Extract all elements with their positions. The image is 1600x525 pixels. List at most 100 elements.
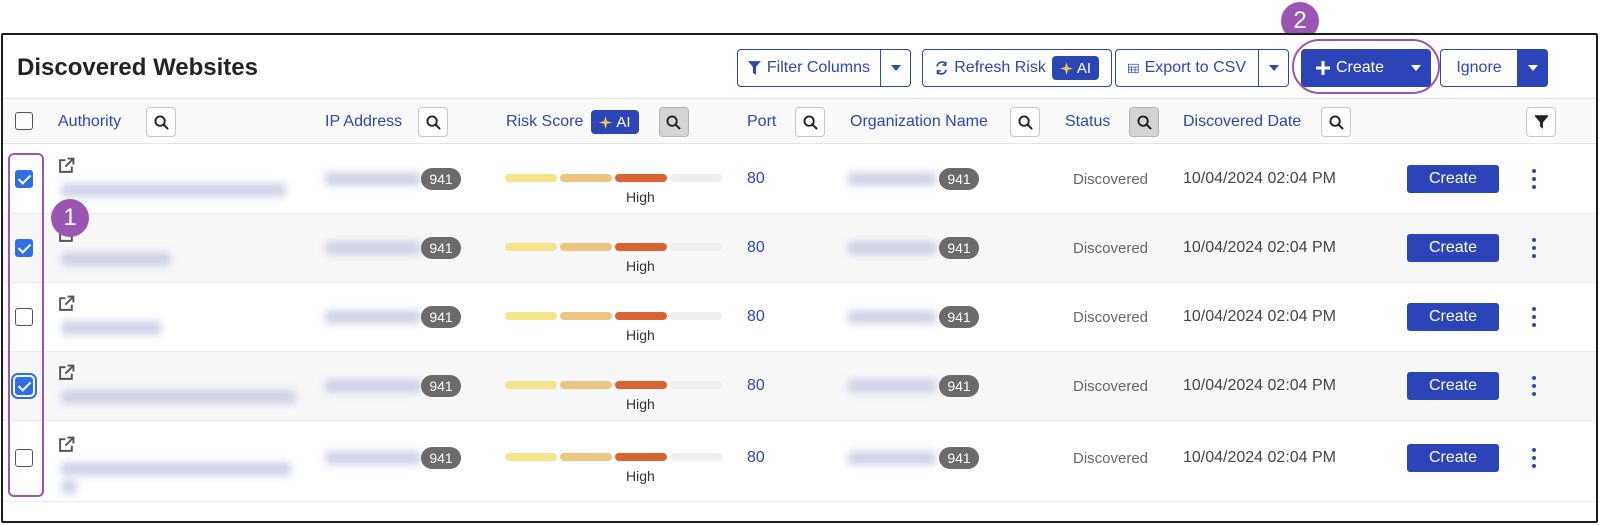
ai-badge: AI bbox=[1051, 56, 1099, 80]
organization-count-badge[interactable]: 941 bbox=[939, 168, 979, 190]
status-value: Discovered bbox=[1073, 240, 1149, 257]
risk-segment-critical bbox=[670, 243, 722, 251]
port-search-button[interactable] bbox=[795, 107, 825, 137]
table-row: 941 High 80 941 Discovered 10/04/2024 02… bbox=[3, 145, 1596, 214]
row-create-button[interactable]: Create bbox=[1407, 234, 1499, 262]
refresh-risk-label: Refresh Risk bbox=[954, 59, 1046, 76]
external-link-icon[interactable] bbox=[58, 157, 75, 174]
row-more-icon[interactable] bbox=[1529, 376, 1539, 396]
column-organization-name: Organization Name bbox=[850, 99, 1040, 145]
sparkle-icon bbox=[599, 115, 613, 129]
status-search-button[interactable] bbox=[1129, 107, 1159, 137]
discovered-date-search-button[interactable] bbox=[1321, 107, 1351, 137]
status-value: Discovered bbox=[1073, 309, 1149, 326]
row-create-button[interactable]: Create bbox=[1407, 444, 1499, 472]
authority-redacted bbox=[61, 183, 286, 197]
authority-redacted bbox=[61, 390, 296, 404]
ip-count-badge[interactable]: 941 bbox=[421, 306, 461, 328]
column-filter-button[interactable] bbox=[1526, 107, 1556, 137]
organization-count-badge[interactable]: 941 bbox=[939, 447, 979, 469]
risk-segment-high bbox=[615, 312, 667, 320]
select-all-checkbox[interactable] bbox=[15, 112, 33, 130]
chevron-down-icon bbox=[1527, 65, 1538, 71]
column-authority-label: Authority bbox=[58, 113, 122, 130]
search-icon bbox=[666, 114, 681, 130]
authority-redacted bbox=[61, 321, 161, 335]
column-status: Status bbox=[1065, 99, 1159, 145]
risk-segment-critical bbox=[670, 174, 722, 182]
row-more-icon[interactable] bbox=[1529, 307, 1539, 327]
column-authority: Authority bbox=[58, 99, 176, 145]
column-discovered-date: Discovered Date bbox=[1183, 99, 1351, 145]
port-value[interactable]: 80 bbox=[747, 449, 765, 467]
port-value[interactable]: 80 bbox=[747, 377, 765, 395]
row-more-icon[interactable] bbox=[1529, 238, 1539, 258]
risk-segment-high bbox=[615, 243, 667, 251]
status-value: Discovered bbox=[1073, 171, 1149, 188]
ignore-dropdown[interactable] bbox=[1518, 49, 1548, 87]
export-csv-dropdown[interactable] bbox=[1259, 49, 1289, 87]
discovered-date-value: 10/04/2024 02:04 PM bbox=[1183, 449, 1337, 466]
organization-count-badge[interactable]: 941 bbox=[939, 375, 979, 397]
discovered-date-value: 10/04/2024 02:04 PM bbox=[1183, 308, 1337, 325]
risk-segment-medium bbox=[560, 243, 612, 251]
discovered-date-value: 10/04/2024 02:04 PM bbox=[1183, 170, 1337, 187]
port-value[interactable]: 80 bbox=[747, 170, 765, 188]
filter-columns-button[interactable]: Filter Columns bbox=[737, 49, 881, 87]
external-link-icon[interactable] bbox=[58, 436, 75, 453]
risk-score-label: High bbox=[626, 258, 655, 274]
organization-count-badge[interactable]: 941 bbox=[939, 237, 979, 259]
annotation-checkbox-highlight bbox=[8, 153, 44, 497]
risk-score-label: High bbox=[626, 396, 655, 412]
search-icon bbox=[153, 114, 169, 130]
risk-segment-high bbox=[615, 453, 667, 461]
column-ip-address: IP Address bbox=[325, 99, 448, 145]
external-link-icon[interactable] bbox=[58, 364, 75, 381]
row-create-button[interactable]: Create bbox=[1407, 165, 1499, 193]
filter-columns-dropdown[interactable] bbox=[881, 49, 911, 87]
port-value[interactable]: 80 bbox=[747, 308, 765, 326]
organization-count-badge[interactable]: 941 bbox=[939, 306, 979, 328]
column-discovered-date-label: Discovered Date bbox=[1183, 113, 1302, 130]
ip-count-badge[interactable]: 941 bbox=[421, 237, 461, 259]
ip-address-search-button[interactable] bbox=[418, 107, 448, 137]
ip-redacted bbox=[325, 172, 421, 186]
table-row: 941 High 80 941 Discovered 10/04/2024 02… bbox=[3, 422, 1596, 502]
row-more-icon[interactable] bbox=[1529, 448, 1539, 468]
risk-segment-medium bbox=[560, 312, 612, 320]
column-port-label: Port bbox=[747, 113, 777, 130]
ai-badge-label: AI bbox=[1076, 59, 1091, 77]
risk-segment-critical bbox=[670, 312, 722, 320]
row-create-button[interactable]: Create bbox=[1407, 372, 1499, 400]
status-value: Discovered bbox=[1073, 450, 1149, 467]
risk-score-ai-badge: AI bbox=[591, 110, 639, 134]
risk-segment-low bbox=[505, 312, 557, 320]
risk-segment-high bbox=[615, 381, 667, 389]
row-more-icon[interactable] bbox=[1529, 169, 1539, 189]
authority-search-button[interactable] bbox=[146, 107, 176, 137]
refresh-risk-group: Refresh Risk AI bbox=[922, 49, 1112, 87]
port-value[interactable]: 80 bbox=[747, 239, 765, 257]
row-create-button[interactable]: Create bbox=[1407, 303, 1499, 331]
risk-score-label: High bbox=[626, 189, 655, 205]
risk-segment-high bbox=[615, 174, 667, 182]
discovered-websites-panel: Discovered Websites Filter Columns Refre… bbox=[1, 33, 1598, 523]
ip-count-badge[interactable]: 941 bbox=[421, 168, 461, 190]
ignore-button[interactable]: Ignore bbox=[1440, 49, 1518, 87]
discovered-date-value: 10/04/2024 02:04 PM bbox=[1183, 239, 1337, 256]
external-link-icon[interactable] bbox=[58, 295, 75, 312]
ip-count-badge[interactable]: 941 bbox=[421, 375, 461, 397]
organization-search-button[interactable] bbox=[1010, 107, 1040, 137]
risk-segment-critical bbox=[670, 453, 722, 461]
annotation-step-1: 1 bbox=[51, 199, 89, 237]
refresh-risk-button[interactable]: Refresh Risk AI bbox=[922, 49, 1112, 87]
annotation-create-highlight bbox=[1292, 39, 1440, 94]
column-risk-score: Risk Score AI bbox=[506, 99, 689, 145]
organization-redacted bbox=[848, 451, 936, 465]
risk-score-search-button[interactable] bbox=[658, 107, 689, 137]
risk-segment-medium bbox=[560, 381, 612, 389]
ip-redacted bbox=[325, 310, 421, 324]
ip-count-badge[interactable]: 941 bbox=[421, 447, 461, 469]
export-csv-button[interactable]: Export to CSV bbox=[1115, 49, 1259, 87]
refresh-icon bbox=[936, 61, 947, 75]
